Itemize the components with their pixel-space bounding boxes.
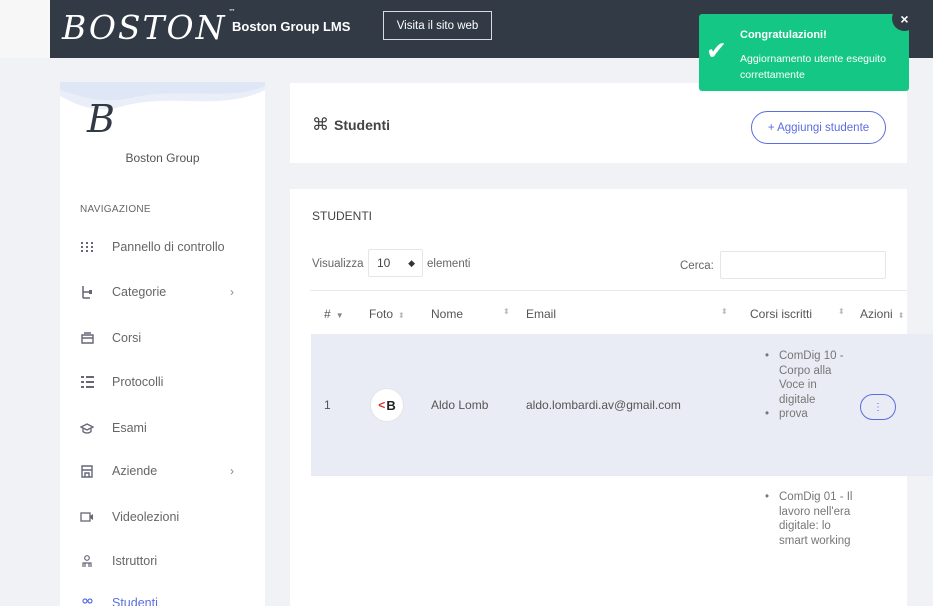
list-icon [80,375,94,389]
search-label: Cerca: [680,260,714,272]
brand-logo: B [87,97,115,141]
top-bar-left-strip [0,0,50,58]
toast-message: Aggiornamento utente eseguito correttame… [740,53,886,81]
sort-icon: ⬍ [398,311,405,320]
column-header-index[interactable]: # ▼ [324,307,344,321]
sort-desc-icon: ▼ [335,311,344,320]
graduation-cap-icon [80,421,94,435]
show-label: Visualizza [312,258,364,270]
page-length-select[interactable]: 10 ◆ [368,249,423,277]
brand-name: Boston Group [125,151,200,165]
row-divider [311,475,933,476]
sidebar-item-videolezioni[interactable]: Videolezioni [80,507,245,527]
search-input[interactable] [720,251,886,279]
courses-list: ComDig 10 - Corpo alla Voce in digitale … [765,349,855,422]
column-header-text: Corsi iscritti [750,307,812,321]
column-header-actions[interactable]: Azioni ⬍ [860,307,904,321]
avatar-chevron-icon: < [378,398,386,412]
sidebar-item-label: Esami [112,421,147,435]
page-title-text: Studenti [334,117,390,133]
column-header-text: Email [526,307,557,321]
student-name: Aldo Lomb [431,398,489,412]
column-header-photo[interactable]: Foto ⬍ [369,307,405,321]
sidebar-item-label: Videolezioni [112,510,180,524]
sidebar-item-label: Studenti [112,596,158,606]
sidebar-item-label: Categorie [112,285,167,299]
grid-icon [80,240,94,254]
row-index: 1 [324,398,331,412]
logo-trademark: ™ [228,8,238,16]
sort-icon: ⬍ [897,311,905,320]
page-length-value: 10 [377,256,391,270]
sidebar-item-label: Corsi [112,331,142,345]
select-arrows-icon: ◆ [408,257,415,268]
sidebar-item-protocolli[interactable]: Protocolli [80,372,245,392]
column-header-text: Foto [369,307,394,321]
instructor-icon [80,554,94,568]
sort-icon: ⬍ [721,307,728,316]
sidebar-item-label: Protocolli [112,375,164,389]
column-header-text: Azioni [860,307,893,321]
sidebar-item-corsi[interactable]: Corsi [80,328,245,348]
student-email: aldo.lombardi.av@gmail.com [526,398,681,412]
page-title: ⌘ Studenti [312,115,390,135]
sidebar-item-esami[interactable]: Esami [80,418,245,438]
sort-icon: ⬍ [838,307,845,316]
tray-icon [80,331,94,345]
sidebar-item-label: Aziende [112,464,158,478]
column-header-courses[interactable]: Corsi iscritti ⬍ [750,307,850,321]
toast-title: Congratulazioni! [740,29,827,41]
sidebar-item-studenti[interactable]: Studenti [80,593,245,606]
avatar[interactable]: < B [370,388,404,422]
elements-label: elementi [427,258,471,270]
boston-logo[interactable]: BOSTON ™ [62,8,237,47]
sidebar-item-istruttori[interactable]: Istruttori [80,551,245,571]
table-section-title: STUDENTI [312,209,372,223]
row-actions-button[interactable]: ⋮ [860,394,896,420]
chevron-right-icon: › [230,464,234,478]
course-item: ComDig 10 - Corpo alla Voce in digitale [765,349,855,407]
sidebar-item-aziende[interactable]: Aziende › [80,461,245,481]
students-icon [80,596,94,606]
check-icon: ✔ [706,37,727,65]
sort-icon: ⬍ [503,307,510,316]
visit-site-button[interactable]: Visita il sito web [383,11,492,40]
app-title: Boston Group LMS [232,19,351,34]
nav-section-title: NAVIGAZIONE [80,204,151,215]
sidebar-item-label: Pannello di controllo [112,240,225,254]
add-student-button[interactable]: + Aggiungi studente [751,111,886,144]
courses-list: ComDig 01 - Il lavoro nell'era digitale:… [765,490,855,548]
table-top-divider [310,290,907,291]
column-header-email[interactable]: Email ⬍ [526,307,736,321]
course-item: ComDig 01 - Il lavoro nell'era digitale:… [765,490,855,548]
sidebar-item-pannello[interactable]: Pannello di controllo [80,237,245,257]
column-header-name[interactable]: Nome ⬍ [431,307,511,321]
hierarchy-icon [80,285,94,299]
course-item: prova [765,407,855,422]
avatar-text: B [386,397,396,413]
logo-text: BOSTON [62,8,227,47]
success-toast: ✔ Congratulazioni! Aggiornamento utente … [699,6,917,91]
building-icon [80,464,94,478]
chevron-right-icon: › [230,285,234,299]
column-header-text: # [324,307,331,321]
sidebar-item-categorie[interactable]: Categorie › [80,282,245,302]
sidebar-item-label: Istruttori [112,554,158,568]
close-icon[interactable]: × [892,6,917,31]
command-icon: ⌘ [312,115,329,134]
page-header-card: ⌘ Studenti + Aggiungi studente [290,83,907,163]
video-icon [80,510,94,524]
column-header-text: Nome [431,307,464,321]
